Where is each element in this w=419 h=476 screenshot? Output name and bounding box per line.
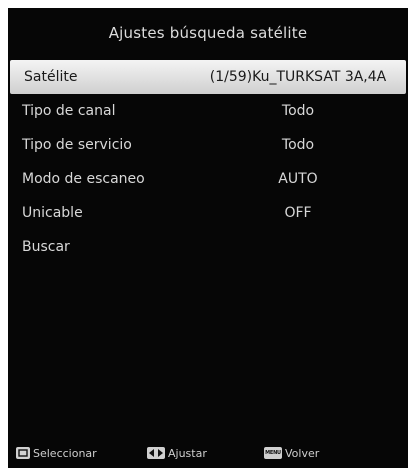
- menu-item-service-type[interactable]: Tipo de servicio Todo: [8, 128, 408, 162]
- hint-select: Seleccionar: [16, 447, 97, 460]
- menu-item-scan-mode[interactable]: Modo de escaneo AUTO: [8, 162, 408, 196]
- menu-item-label: Modo de escaneo: [22, 171, 145, 187]
- hint-back: MENU Volver: [264, 447, 319, 460]
- key-hint-bar: Seleccionar Ajustar MENU Volver: [8, 438, 408, 468]
- ok-key-icon: [16, 447, 30, 459]
- menu-item-value: Todo: [281, 103, 315, 119]
- settings-menu: Satélite (1/59)Ku_TURKSAT 3A,4A Tipo de …: [8, 60, 408, 264]
- menu-item-satellite[interactable]: Satélite (1/59)Ku_TURKSAT 3A,4A: [10, 60, 406, 94]
- hint-select-label: Seleccionar: [33, 446, 97, 460]
- menu-item-label: Satélite: [24, 69, 78, 85]
- menu-item-label: Unicable: [22, 205, 83, 221]
- menu-item-label: Tipo de servicio: [22, 137, 132, 153]
- menu-item-search[interactable]: Buscar: [8, 230, 408, 264]
- left-right-arrows-icon: [147, 447, 165, 459]
- hint-back-label: Volver: [285, 446, 320, 460]
- menu-item-label: Buscar: [22, 239, 70, 255]
- menu-key-icon: MENU: [264, 447, 282, 459]
- satellite-search-settings-screen: Ajustes búsqueda satélite Satélite (1/59…: [8, 8, 408, 468]
- menu-item-value: OFF: [284, 205, 312, 221]
- hint-adjust-label: Ajustar: [168, 446, 207, 460]
- hint-adjust: Ajustar: [147, 447, 207, 460]
- menu-item-label: Tipo de canal: [22, 103, 116, 119]
- page-title: Ajustes búsqueda satélite: [108, 24, 308, 42]
- menu-item-value: Todo: [281, 137, 315, 153]
- menu-item-value: (1/59)Ku_TURKSAT 3A,4A: [209, 69, 387, 85]
- menu-item-channel-type[interactable]: Tipo de canal Todo: [8, 94, 408, 128]
- menu-item-value: AUTO: [278, 171, 318, 187]
- menu-item-unicable[interactable]: Unicable OFF: [8, 196, 408, 230]
